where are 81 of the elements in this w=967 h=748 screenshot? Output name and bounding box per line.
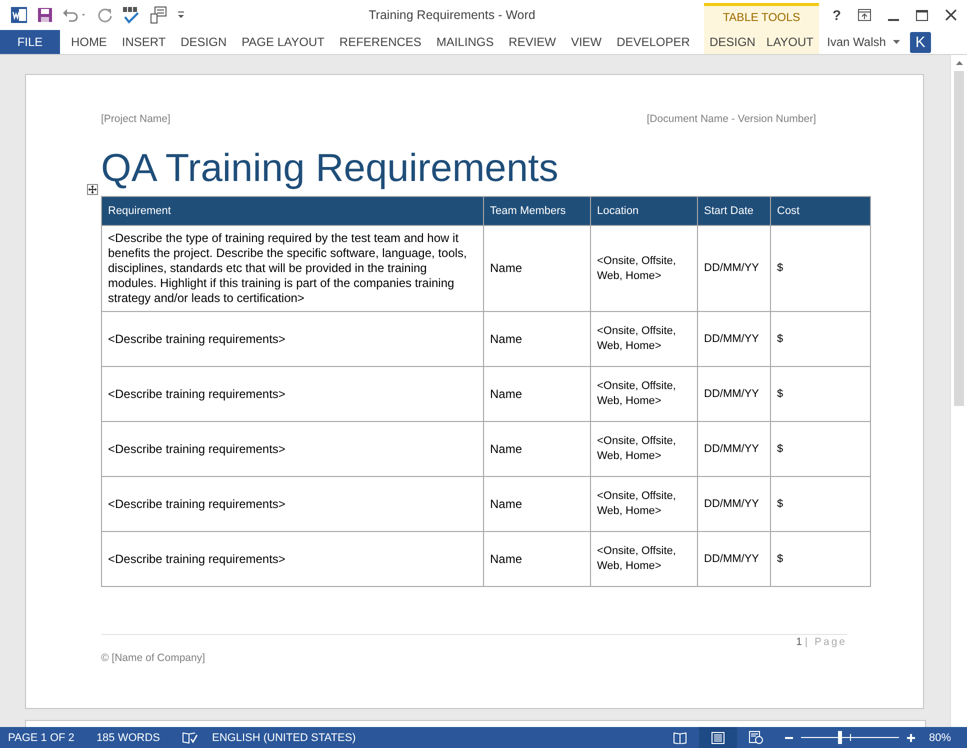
print-layout-icon[interactable] (698, 727, 737, 748)
table-cell: DD/MM/YY (698, 422, 770, 476)
table-cell: Name (484, 366, 590, 422)
table-cell: $ (770, 532, 870, 586)
table-cell: $ (770, 226, 870, 312)
close-icon[interactable] (945, 9, 957, 21)
spelling-check-icon[interactable] (122, 6, 140, 24)
table-cell: <Onsite, Offsite, Web, Home> (590, 532, 698, 586)
footer-text: © [Name of Company] (101, 652, 206, 664)
table-cell: <Describe the type of training required by the test team and how it benefits the project. Describe the specific software, language, tools, disciplines, standards etc that will be provided in the training modules. Highlight if this training is part of the companies training strategy and/or leads to certification> (102, 226, 484, 312)
table-cell: <Describe training requirements> (102, 422, 484, 476)
column-header: Start Date (698, 196, 770, 226)
column-header: Team Members (484, 196, 590, 226)
table-cell: $ (770, 312, 870, 366)
ribbon-tab[interactable]: HOME (66, 30, 111, 54)
ribbon-tab[interactable]: REVIEW (504, 30, 560, 54)
ribbon-display-options-icon[interactable] (858, 9, 871, 21)
ribbon-tab[interactable]: DEVELOPER (612, 30, 694, 54)
table-cell: <Onsite, Offsite, Web, Home> (590, 226, 698, 312)
scrollbar[interactable] (950, 55, 967, 727)
column-header: Location (590, 196, 698, 226)
table-cell: Name (484, 476, 590, 532)
table-cell: Name (484, 226, 590, 312)
table-cell: Name (484, 312, 590, 366)
ribbon-tab[interactable]: MAILINGS (432, 30, 498, 54)
table-cell: DD/MM/YY (698, 312, 770, 366)
column-header: Cost (770, 196, 870, 226)
table-cell: DD/MM/YY (698, 226, 770, 312)
header-text: [Project Name] (101, 113, 170, 125)
word-count[interactable]: 185 WORDS (96, 732, 160, 744)
page-count[interactable]: PAGE 1 OF 2 (8, 732, 74, 744)
table-cell: <Onsite, Offsite, Web, Home> (590, 422, 698, 476)
ribbon-tab[interactable]: DESIGN (705, 30, 760, 54)
ribbon-tab[interactable]: INSERT (118, 30, 170, 54)
header-text: [Document Name - Version Number] (646, 113, 816, 125)
undo-icon[interactable] (62, 7, 88, 23)
contextual-tab-group-label: TABLE TOOLS (704, 3, 819, 30)
page-number: 1 (796, 636, 802, 648)
help-button[interactable]: ? (832, 7, 841, 23)
redo-icon[interactable] (97, 7, 113, 23)
proofing-book-icon[interactable] (182, 731, 198, 744)
word-logo-icon[interactable] (10, 6, 28, 24)
table-cell: Name (484, 422, 590, 476)
table-cell: DD/MM/YY (698, 532, 770, 586)
table-cell: <Describe training requirements> (102, 532, 484, 586)
user-avatar[interactable]: K (910, 32, 931, 52)
table-cell: <Onsite, Offsite, Web, Home> (590, 476, 698, 532)
slider-thumb[interactable] (838, 731, 842, 744)
table-cell: $ (770, 366, 870, 422)
table-cell: $ (770, 476, 870, 532)
table-cell: <Onsite, Offsite, Web, Home> (590, 366, 698, 422)
table-cell: Name (484, 532, 590, 586)
table-cell: <Describe training requirements> (102, 476, 484, 532)
ribbon-tab[interactable]: REFERENCES (335, 30, 426, 54)
zoom-level[interactable]: 80% (928, 732, 951, 744)
table-cell: DD/MM/YY (698, 366, 770, 422)
table-cell: $ (770, 422, 870, 476)
table-cell: <Onsite, Offsite, Web, Home> (590, 312, 698, 366)
page-label: | Page (804, 636, 847, 648)
language-status[interactable]: ENGLISH (UNITED STATES) (212, 732, 356, 744)
zoom-slider[interactable] (798, 731, 901, 744)
maximize-icon[interactable] (916, 10, 928, 20)
scrollbar-thumb[interactable] (954, 71, 964, 406)
table-cell: DD/MM/YY (698, 476, 770, 532)
ribbon-tab[interactable]: PAGE LAYOUT (238, 30, 328, 54)
ribbon-tab[interactable]: DESIGN (176, 30, 231, 54)
touch-mode-icon[interactable] (149, 6, 167, 24)
ribbon-tab[interactable]: VIEW (566, 30, 606, 54)
ribbon-tab[interactable]: LAYOUT (762, 30, 818, 54)
scroll-up-icon[interactable] (956, 61, 962, 65)
zoom-in-icon[interactable] (906, 734, 915, 742)
save-icon[interactable] (37, 7, 53, 23)
caret-icon[interactable] (892, 40, 900, 44)
column-header: Requirement (102, 196, 484, 226)
user-name[interactable]: Ivan Walsh (827, 35, 886, 49)
table-cell: <Describe training requirements> (102, 312, 484, 366)
table-move-handle-icon[interactable] (87, 184, 98, 195)
table-cell: <Describe training requirements> (102, 366, 484, 422)
window-title: Training Requirements - Word (368, 8, 536, 22)
customize-caret-icon[interactable] (176, 10, 186, 20)
document-title: QA Training Requirements (101, 147, 560, 191)
